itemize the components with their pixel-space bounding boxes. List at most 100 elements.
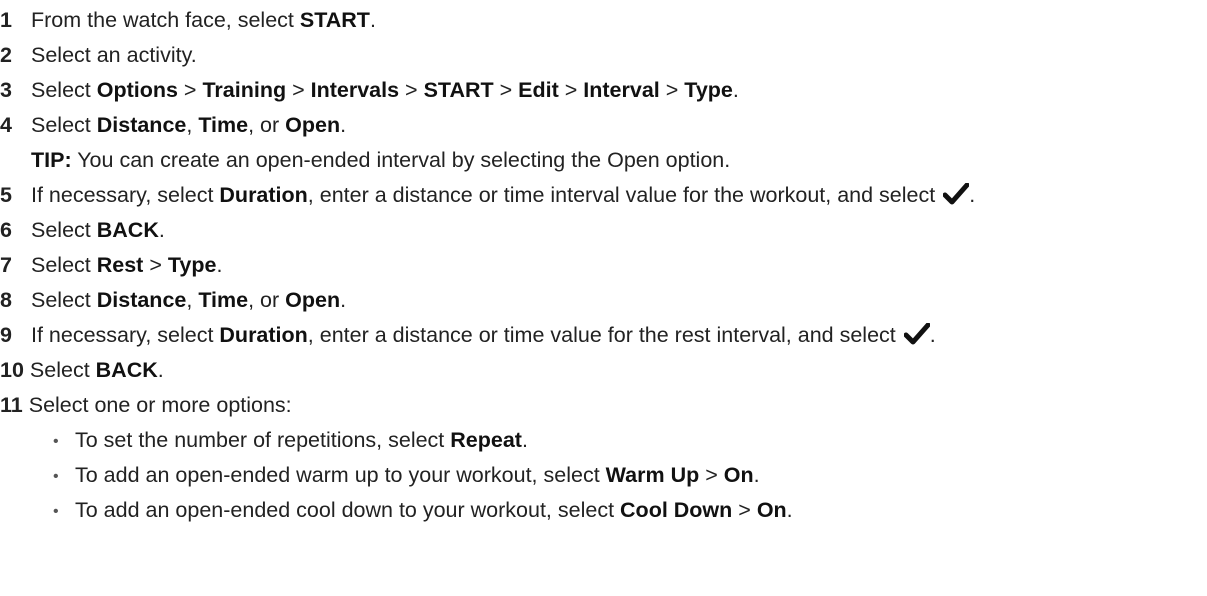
- option-open: Open: [285, 113, 341, 137]
- step-text: >: [493, 78, 519, 102]
- step-text: , or: [248, 288, 286, 312]
- step-text: >: [558, 78, 584, 102]
- step-text: ,: [186, 113, 199, 137]
- step-number: 3: [0, 78, 12, 102]
- step-text: Select: [31, 78, 97, 102]
- step-text: .: [157, 358, 164, 382]
- step-text: .: [732, 78, 739, 102]
- bullet-icon: •: [53, 433, 59, 450]
- menu-type: Type: [684, 78, 733, 102]
- checkmark-icon: [903, 323, 930, 345]
- step-text: .: [216, 253, 223, 277]
- list-item-repeat: • To set the number of repetitions, selec…: [53, 425, 528, 455]
- step-text: .: [969, 183, 976, 207]
- step-text: ,: [186, 288, 199, 312]
- step-8: 8 Select Distance, Time, or Open.: [0, 285, 346, 315]
- menu-duration: Duration: [219, 323, 308, 347]
- step-4: 4 Select Distance, Time, or Open.: [0, 110, 346, 140]
- step-text: >: [143, 253, 168, 277]
- option-distance: Distance: [96, 113, 187, 137]
- bullet-icon: •: [53, 468, 59, 485]
- step-text: If necessary, select: [31, 183, 220, 207]
- step-text: If necessary, select: [31, 323, 220, 347]
- bullet-text: To add an open-ended warm up to your wor…: [75, 463, 606, 487]
- bullet-text: >: [699, 463, 724, 487]
- step-number: 10: [0, 358, 24, 382]
- tip-note: TIP: You can create an open-ended interv…: [31, 145, 730, 175]
- step-1: 1 From the watch face, select START.: [0, 5, 376, 35]
- step-number: 4: [0, 113, 12, 137]
- step-text: .: [369, 8, 376, 32]
- start-key-label: START: [299, 8, 370, 32]
- bullet-text: .: [521, 428, 528, 452]
- step-text: >: [659, 78, 685, 102]
- menu-options: Options: [96, 78, 178, 102]
- menu-rest: Rest: [96, 253, 144, 277]
- step-text: .: [158, 218, 165, 242]
- step-number: 1: [0, 8, 12, 32]
- step-10: 10 Select BACK.: [0, 355, 164, 385]
- step-text: Select one or more options:: [28, 393, 292, 417]
- step-number: 8: [0, 288, 12, 312]
- option-on: On: [756, 498, 787, 522]
- bullet-text: >: [732, 498, 757, 522]
- back-key-label: BACK: [96, 218, 159, 242]
- step-text: Select: [31, 218, 97, 242]
- bullet-icon: •: [53, 503, 59, 520]
- step-text: >: [286, 78, 311, 102]
- option-distance: Distance: [96, 288, 187, 312]
- step-text: Select: [31, 288, 97, 312]
- start-key-label: START: [423, 78, 494, 102]
- step-number: 9: [0, 323, 12, 347]
- step-text: Select an activity.: [31, 43, 197, 67]
- step-text: , enter a distance or time interval valu…: [307, 183, 942, 207]
- step-text: Select: [31, 253, 97, 277]
- menu-repeat: Repeat: [450, 428, 522, 452]
- menu-warm-up: Warm Up: [605, 463, 700, 487]
- checkmark-icon: [943, 183, 970, 205]
- step-text: >: [177, 78, 203, 102]
- step-number: 5: [0, 183, 12, 207]
- menu-edit: Edit: [518, 78, 559, 102]
- tip-label: TIP:: [31, 148, 72, 172]
- step-text: , enter a distance or time value for the…: [307, 323, 902, 347]
- option-on: On: [723, 463, 754, 487]
- option-time: Time: [198, 113, 249, 137]
- bullet-text: .: [786, 498, 793, 522]
- step-number: 7: [0, 253, 12, 277]
- step-5: 5 If necessary, select Duration, enter a …: [0, 180, 975, 210]
- step-text: .: [340, 113, 347, 137]
- bullet-text: .: [753, 463, 760, 487]
- step-number: 11: [0, 393, 23, 417]
- step-text: Select: [29, 358, 96, 382]
- step-text: .: [929, 323, 936, 347]
- menu-cool-down: Cool Down: [620, 498, 733, 522]
- back-key-label: BACK: [95, 358, 158, 382]
- bullet-text: To set the number of repetitions, select: [75, 428, 451, 452]
- step-7: 7 Select Rest > Type.: [0, 250, 222, 280]
- step-6: 6 Select BACK.: [0, 215, 165, 245]
- menu-duration: Duration: [219, 183, 308, 207]
- menu-training: Training: [202, 78, 287, 102]
- list-item-cool-down: • To add an open-ended cool down to your …: [53, 495, 793, 525]
- bullet-text: To add an open-ended cool down to your w…: [75, 498, 621, 522]
- step-text: , or: [248, 113, 286, 137]
- menu-interval: Interval: [583, 78, 660, 102]
- step-text: >: [399, 78, 424, 102]
- step-text: .: [340, 288, 347, 312]
- option-time: Time: [198, 288, 249, 312]
- step-text: Select: [31, 113, 97, 137]
- instructions-page: 1 From the watch face, select START. 2 Sel…: [0, 0, 1207, 596]
- step-2: 2 Select an activity.: [0, 40, 197, 70]
- menu-intervals: Intervals: [310, 78, 400, 102]
- step-number: 6: [0, 218, 12, 242]
- step-text: From the watch face, select: [31, 8, 300, 32]
- step-11: 11 Select one or more options:: [0, 390, 292, 420]
- step-9: 9 If necessary, select Duration, enter a …: [0, 320, 936, 350]
- step-3: 3 Select Options > Training > Intervals >…: [0, 75, 739, 105]
- menu-type: Type: [167, 253, 217, 277]
- list-item-warm-up: • To add an open-ended warm up to your wo…: [53, 460, 760, 490]
- step-number: 2: [0, 43, 12, 67]
- option-open: Open: [285, 288, 341, 312]
- tip-text: You can create an open-ended interval by…: [71, 148, 731, 172]
